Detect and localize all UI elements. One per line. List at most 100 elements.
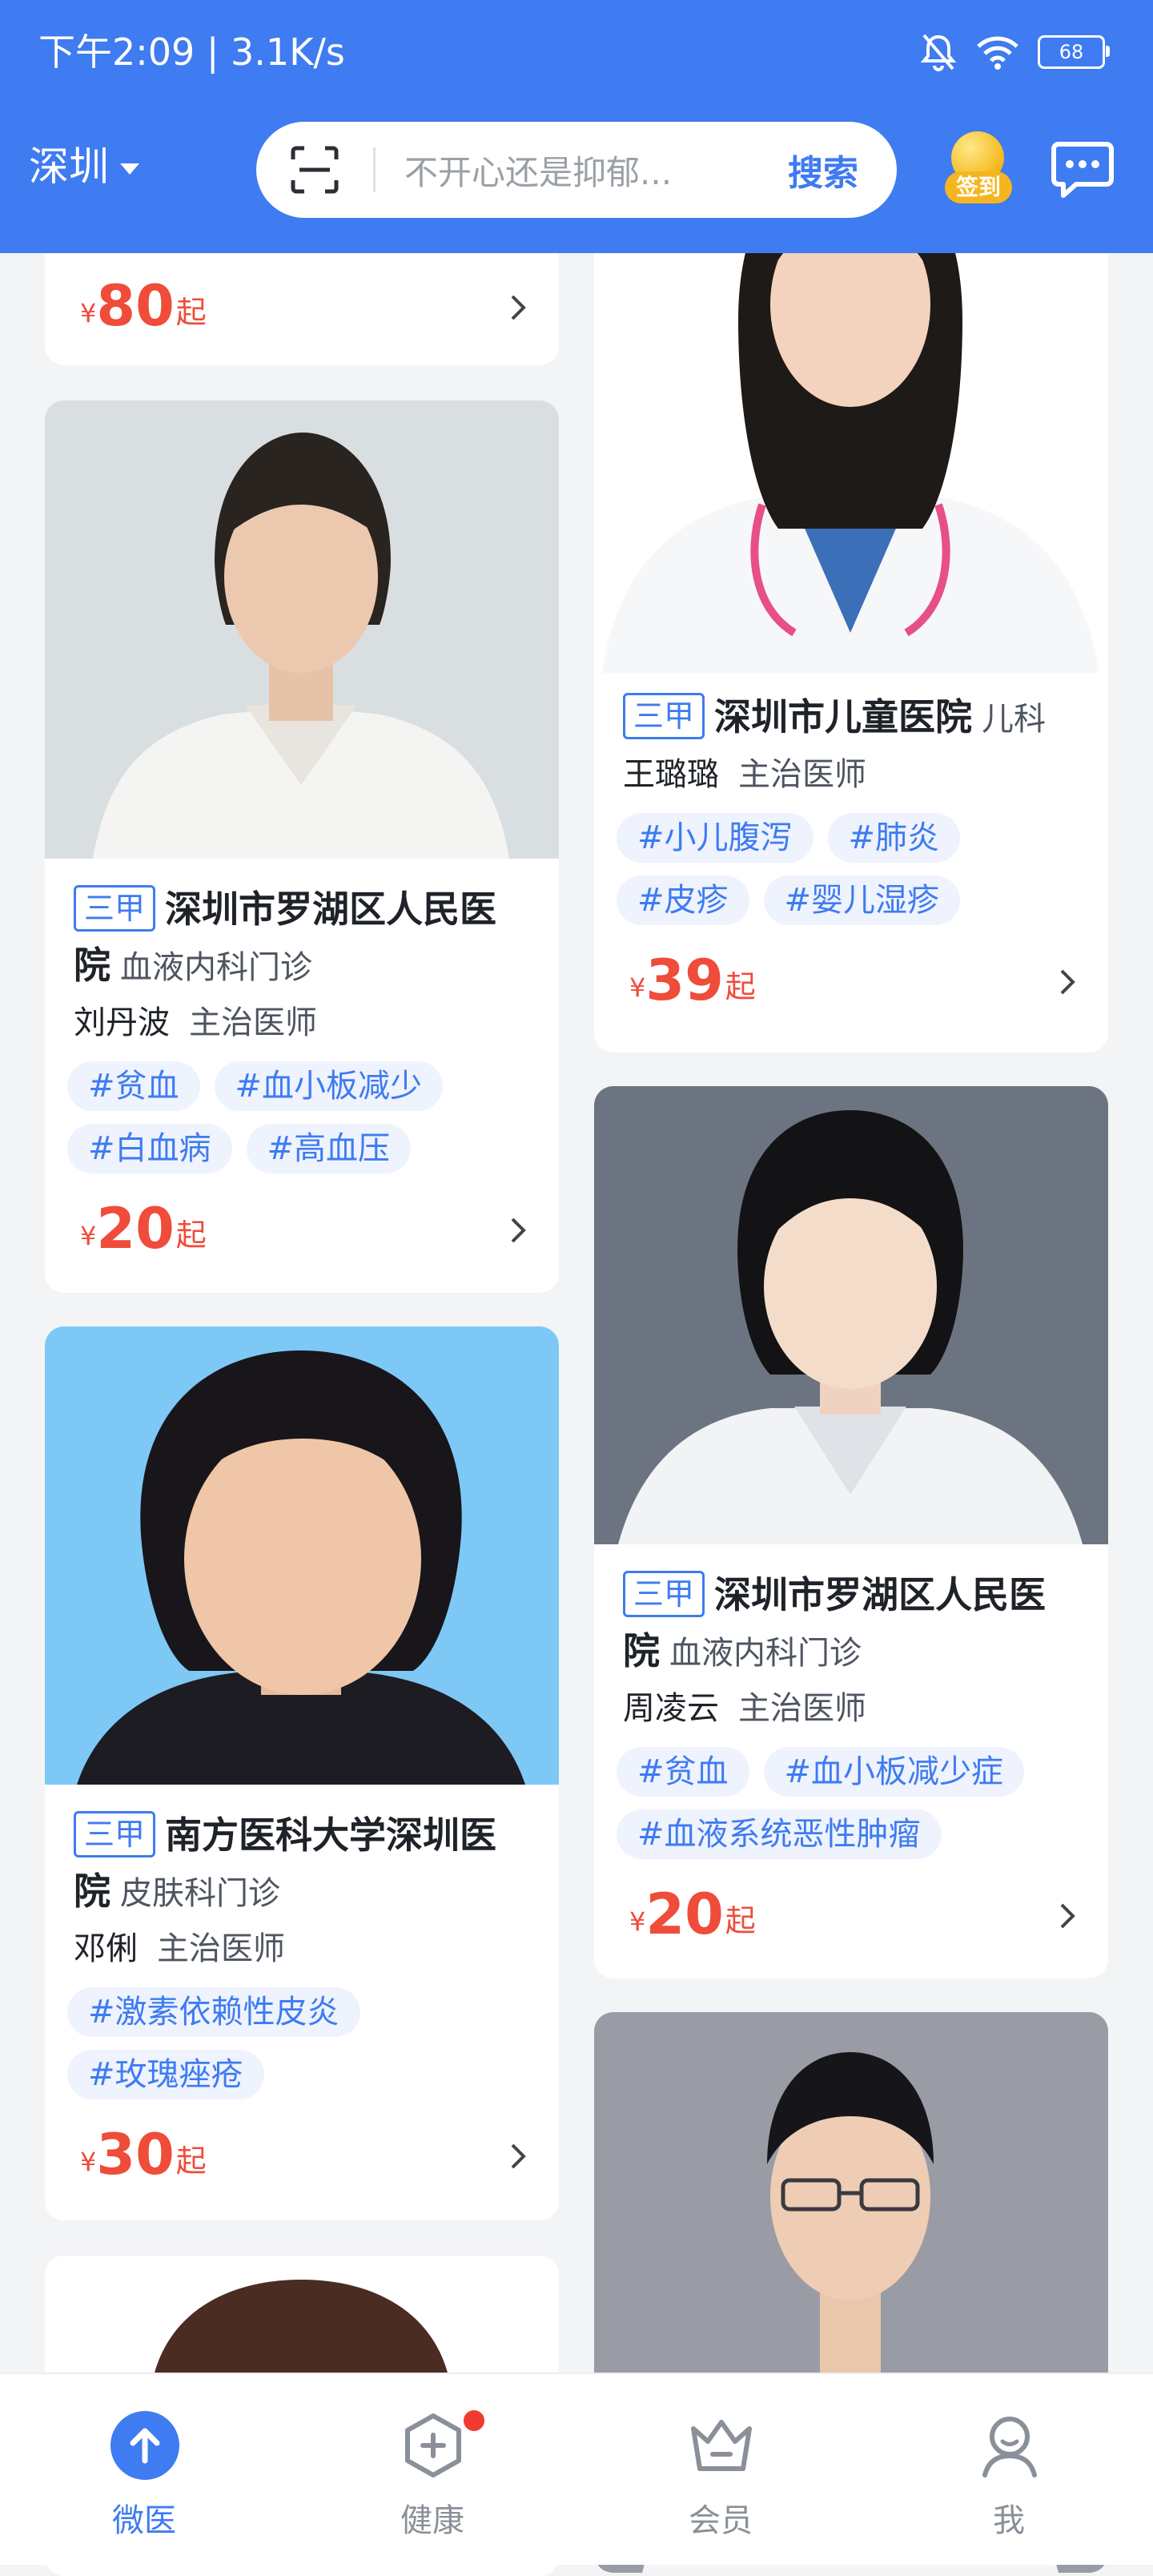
price-value: 80 [96,273,175,339]
tab-home[interactable]: 微医 [0,2374,288,2565]
chevron-right-icon [1060,969,1075,995]
app-header: 下午2:09 | 3.1K/s 68 深圳 不开心还是抑郁... 搜索 签到 [0,0,1153,253]
doctor-name: 王璐璐 [623,756,719,793]
price-currency: ¥ [629,972,646,1003]
doctor-title: 主治医师 [157,1930,285,1967]
price-value: 39 [645,948,724,1013]
tag[interactable]: #白血病 [67,1124,232,1173]
doctor-line: 周凌云 主治医师 [623,1684,1079,1733]
department: 皮肤科门诊 [120,1875,280,1912]
crown-icon [691,2420,752,2471]
signin-button[interactable]: 签到 [934,125,1022,213]
search-input[interactable]: 不开心还是抑郁... [404,146,741,195]
doctor-line: 邓俐 主治医师 [74,1925,530,1973]
battery-icon: 68 [1038,35,1110,69]
doctor-title: 主治医师 [189,1004,317,1041]
price-suffix: 起 [175,1218,207,1253]
tab-member[interactable]: 会员 [576,2374,865,2565]
tier-badge: 三甲 [623,693,705,739]
department: 儿科 [982,701,1047,738]
price-row: ¥ 30 起 [80,2121,530,2188]
doctor-card[interactable]: 三甲 深圳市罗湖区人民医院 血液内科门诊 刘丹波 主治医师 #贫血 #血小板减少 #白… [45,400,559,1293]
chevron-right-icon [511,2143,526,2169]
tag-list: #激素依赖性皮炎 #玫瑰痤疮 [67,1987,536,2099]
caret-down-icon [120,163,139,175]
tab-label: 会员 [689,2502,753,2539]
department: 血液内科门诊 [669,1635,862,1672]
doctor-photo [45,1326,559,1785]
price-row: ¥ 20 起 [80,1195,530,1262]
search-bar[interactable]: 不开心还是抑郁... 搜索 [256,122,897,218]
status-time: 下午2:09 | 3.1K/s [38,30,345,74]
doctor-name: 邓俐 [74,1930,138,1967]
doctor-line: 刘丹波 主治医师 [74,999,530,1047]
tab-health[interactable]: 健康 [288,2374,576,2565]
wifi-icon [977,36,1018,70]
tag[interactable]: #贫血 [617,1747,749,1797]
upload-circle-icon [110,2411,179,2480]
tab-label: 微医 [112,2502,176,2539]
doctor-card[interactable]: 三甲 南方医科大学深圳医院 皮肤科门诊 邓俐 主治医师 #激素依赖性皮炎 #玫瑰痤疮 … [45,1326,559,2220]
doctor-photo [594,1086,1108,1544]
price-currency: ¥ [629,1906,646,1937]
hospital-line: 三甲 深圳市罗湖区人民医院 血液内科门诊 [74,881,530,996]
hospital-line: 三甲 深圳市罗湖区人民医院 血液内科门诊 [623,1567,1079,1681]
tag[interactable]: #血液系统恶性肿瘤 [617,1809,942,1859]
bottom-tab-bar: 微医 健康 会员 我 [0,2373,1153,2565]
tag-list: #小儿腹泻 #肺炎 #皮疹 #婴儿湿疹 [617,813,1086,925]
tag[interactable]: #高血压 [246,1124,412,1173]
price-row: ¥ 39 起 [629,947,1079,1014]
doctor-line: 王璐璐 主治医师 [623,751,1079,799]
doctor-card[interactable]: 三甲 深圳市罗湖区人民医院 血液内科门诊 周凌云 主治医师 #贫血 #血小板减少症 #… [594,1086,1108,1978]
tag[interactable]: #小儿腹泻 [617,813,814,863]
chevron-right-icon [1060,1903,1075,1929]
tag[interactable]: #玫瑰痤疮 [67,2050,264,2099]
doctor-title: 主治医师 [738,756,866,793]
price-suffix: 起 [725,969,756,1004]
price-row: ¥ 20 起 [629,1881,1079,1948]
status-icons: 68 [919,29,1110,75]
scan-icon[interactable] [290,145,339,195]
tag[interactable]: #肺炎 [827,813,961,863]
hospital-name: 深圳市儿童医院 [714,695,973,739]
tag[interactable]: #婴儿湿疹 [763,875,961,925]
price-row: ¥ 80 起 [80,272,530,340]
battery-level: 68 [1059,41,1084,63]
tag-list: #贫血 #血小板减少 #白血病 #高血压 [67,1061,536,1173]
city-selector[interactable]: 深圳 [29,141,139,192]
message-icon[interactable] [1051,139,1115,200]
tag-list: #贫血 #血小板减少症 #血液系统恶性肿瘤 [617,1747,1086,1859]
price-currency: ¥ [80,1221,97,1251]
price-currency: ¥ [80,298,97,328]
price-value: 20 [96,1196,175,1262]
signin-label: 签到 [945,171,1012,203]
hospital-line: 三甲 南方医科大学深圳医院 皮肤科门诊 [74,1807,530,1922]
department: 血液内科门诊 [120,949,312,986]
price-value: 20 [645,1882,724,1947]
tab-me[interactable]: 我 [865,2374,1153,2565]
chevron-right-icon [511,295,526,320]
hospital-line: 三甲 深圳市儿童医院 儿科 [623,689,1079,747]
status-bar: 下午2:09 | 3.1K/s 68 [0,0,1153,104]
tier-badge: 三甲 [74,1811,156,1858]
chevron-right-icon [511,1218,526,1243]
tag[interactable]: #贫血 [67,1061,200,1111]
search-divider [373,147,376,192]
tag[interactable]: #皮疹 [617,875,749,925]
doctor-name: 刘丹波 [74,1004,170,1041]
price-suffix: 起 [175,295,207,330]
mute-bell-icon [920,34,957,71]
city-label: 深圳 [29,143,109,190]
price-suffix: 起 [175,2143,207,2179]
price-suffix: 起 [725,1903,756,1938]
tag[interactable]: #血小板减少 [214,1061,444,1111]
tag[interactable]: #激素依赖性皮炎 [67,1987,360,2037]
doctor-photo [45,400,559,859]
doctor-card[interactable]: 三甲 深圳市儿童医院 儿科 王璐璐 主治医师 #小儿腹泻 #肺炎 #皮疹 #婴儿湿疹 … [594,160,1108,1053]
tag[interactable]: #血小板减少症 [763,1747,1025,1797]
doctor-name: 周凌云 [623,1690,719,1727]
search-button[interactable]: 搜索 [788,144,858,195]
health-shield-icon [405,2413,461,2477]
tab-label: 健康 [400,2502,464,2539]
price-value: 30 [96,2122,175,2188]
